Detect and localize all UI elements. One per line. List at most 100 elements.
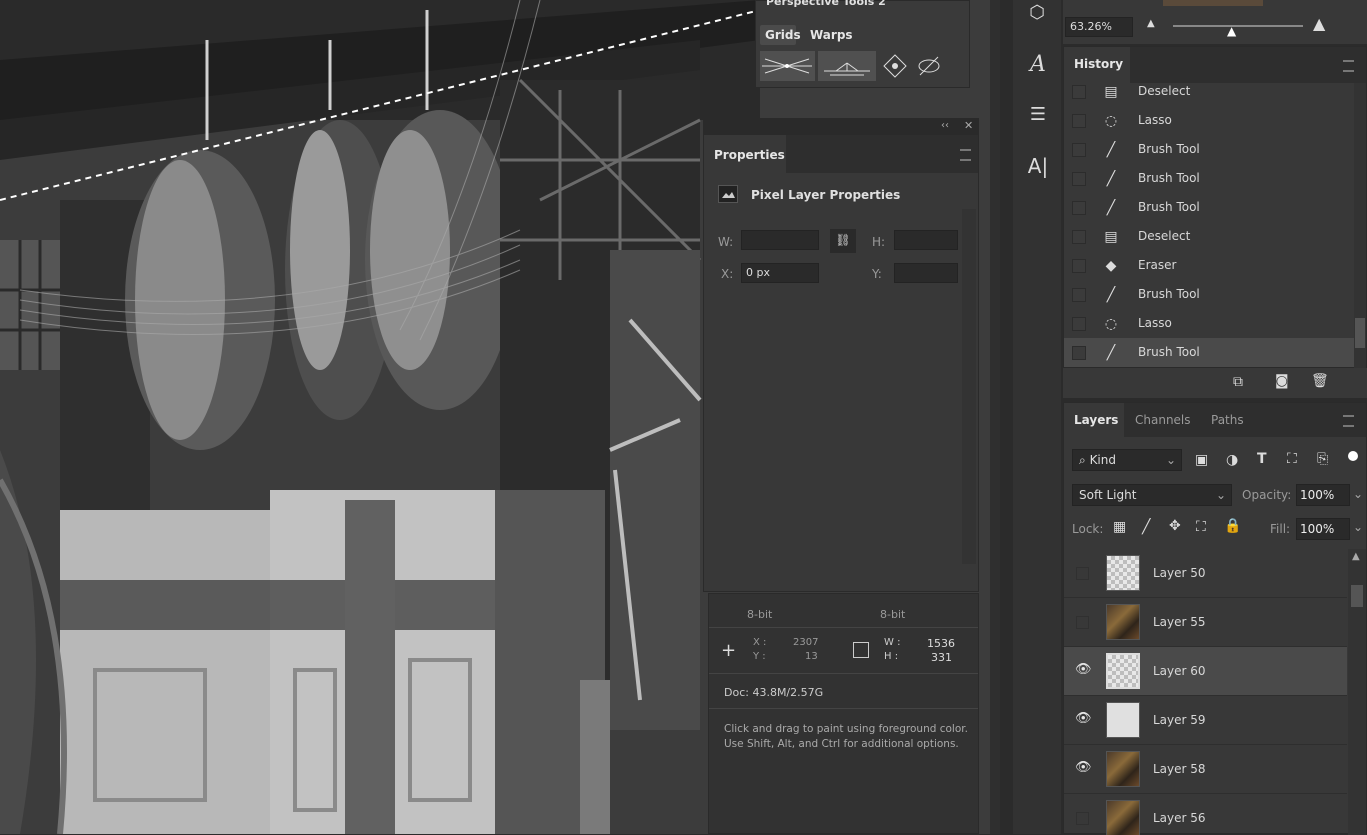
fill-value: 100% [1300, 522, 1335, 536]
height-field[interactable] [894, 230, 958, 250]
type-filter-icon[interactable]: T [1257, 451, 1267, 467]
perspective-tools-panel: Perspective Tools 2 Grids Warps [755, 0, 970, 88]
pixel-filter-icon[interactable]: ▣ [1195, 452, 1208, 468]
tab-channels[interactable]: Channels [1135, 413, 1191, 427]
zoom-out-icon[interactable]: ▲ [1147, 18, 1155, 29]
tab-warps[interactable]: Warps [806, 25, 856, 45]
scroll-thumb[interactable] [1351, 585, 1363, 607]
glyphs-icon[interactable]: A [1027, 52, 1049, 78]
visibility-toggle[interactable] [1076, 616, 1089, 629]
width-field[interactable] [741, 230, 819, 250]
history-item[interactable]: ◌ Lasso [1064, 309, 1354, 338]
adjustment-filter-icon[interactable]: ◑ [1226, 452, 1238, 468]
pixel-layer-icon [718, 185, 738, 203]
navigator-panel: 63.26% ▲ ▲ ▲ [1063, 0, 1367, 44]
tab-grids[interactable]: Grids [760, 25, 801, 45]
bit-depth-left: 8-bit [747, 608, 773, 621]
close-icon[interactable]: ✕ [964, 119, 973, 132]
tab-history-label: History [1074, 57, 1124, 71]
visibility-toggle[interactable] [1076, 567, 1089, 580]
history-item[interactable]: ╱ Brush Tool [1064, 280, 1354, 309]
tab-properties[interactable]: Properties [704, 135, 786, 173]
x-label: X: [721, 267, 734, 281]
layer-row[interactable]: Layer 50 [1064, 549, 1347, 598]
history-item[interactable]: ◌ Lasso [1064, 106, 1354, 135]
lock-position-icon[interactable]: ✥ [1169, 518, 1181, 534]
layer-name[interactable]: Layer 55 [1153, 615, 1206, 629]
zoom-slider[interactable] [1173, 25, 1303, 27]
tab-history[interactable]: History [1064, 47, 1130, 83]
new-document-from-state-icon[interactable]: ⧉ [1233, 374, 1243, 390]
scroll-up-icon[interactable]: ▲ [1352, 551, 1360, 562]
eye-icon[interactable]: 👁 [1075, 712, 1092, 726]
history-item[interactable]: ╱ Brush Tool [1064, 135, 1354, 164]
camera-icon[interactable]: ◙ [1275, 373, 1289, 389]
layer-row-selected[interactable]: 👁 Layer 60 [1064, 647, 1347, 696]
history-item[interactable]: ▤ Deselect [1064, 83, 1354, 106]
shape-filter-icon[interactable]: ⛶ [1287, 451, 1297, 467]
blend-mode-select[interactable]: Soft Light ⌄ [1072, 484, 1232, 506]
lock-all-icon[interactable]: 🔒 [1224, 518, 1241, 534]
history-item-selected[interactable]: ╱ Brush Tool [1064, 338, 1354, 367]
horizon-grid-button[interactable] [818, 51, 876, 81]
lasso-icon: ◌ [1104, 316, 1118, 332]
panel-menu-icon[interactable] [1343, 415, 1354, 427]
zoom-field[interactable]: 63.26% [1065, 17, 1133, 37]
layer-row[interactable]: 👁 Layer 58 [1064, 745, 1347, 794]
smart-object-filter-icon[interactable]: ⎘ [1317, 451, 1328, 467]
3d-cube-icon[interactable]: ⬡ [1027, 2, 1047, 24]
layer-row[interactable]: Layer 55 [1064, 598, 1347, 647]
fill-field[interactable]: 100% [1296, 518, 1350, 540]
tab-layers-label: Layers [1074, 413, 1119, 427]
scroll-thumb[interactable] [1355, 318, 1365, 348]
layer-name[interactable]: Layer 60 [1153, 664, 1206, 678]
radial-grid-button[interactable] [760, 51, 815, 81]
layer-thumbnail [1106, 555, 1140, 591]
visibility-toggle[interactable] [1076, 812, 1089, 825]
layer-row[interactable]: 👁 Layer 59 [1064, 696, 1347, 745]
history-item[interactable]: ▤ Deselect [1064, 222, 1354, 251]
tab-grids-label: Grids [765, 28, 801, 42]
history-item[interactable]: ╱ Brush Tool [1064, 193, 1354, 222]
eye-icon[interactable]: 👁 [1075, 761, 1092, 775]
panel-menu-icon[interactable] [960, 149, 971, 161]
filter-toggle[interactable] [1348, 451, 1358, 461]
perspective-tools-title: Perspective Tools 2 [766, 0, 886, 8]
layer-name[interactable]: Layer 58 [1153, 762, 1206, 776]
history-scrollbar[interactable] [1354, 83, 1366, 368]
character-icon[interactable]: A| [1027, 154, 1049, 180]
lock-image-pixels-icon[interactable]: ╱ [1142, 519, 1150, 535]
h-label: H: [872, 235, 886, 249]
eye-slash-icon [918, 56, 940, 76]
layers-scrollbar[interactable]: ▲ [1348, 549, 1366, 835]
tab-paths[interactable]: Paths [1211, 413, 1244, 427]
layer-row[interactable]: Layer 56 [1064, 794, 1347, 835]
history-item[interactable]: ◆ Eraser [1064, 251, 1354, 280]
y-position-field[interactable] [894, 263, 958, 283]
lock-transparent-pixels-icon[interactable]: ▦ [1113, 519, 1126, 535]
layer-name[interactable]: Layer 56 [1153, 811, 1206, 825]
layer-name[interactable]: Layer 50 [1153, 566, 1206, 580]
properties-scrollbar[interactable] [962, 209, 976, 564]
tab-layers[interactable]: Layers [1064, 403, 1124, 437]
adjustments-icon[interactable]: ☰ [1027, 104, 1049, 128]
chevron-down-icon[interactable]: ⌄ [1353, 520, 1363, 534]
history-item[interactable]: ╱ Brush Tool [1064, 164, 1354, 193]
trash-icon[interactable]: 🗑 [1311, 373, 1329, 389]
layer-name[interactable]: Layer 59 [1153, 713, 1206, 727]
point-grid-button[interactable] [880, 51, 910, 81]
opacity-field[interactable]: 100% [1296, 484, 1350, 506]
lock-artboard-icon[interactable]: ⛶ [1196, 519, 1206, 535]
link-icon[interactable]: ⛓ [830, 229, 856, 253]
zoom-slider-thumb[interactable]: ▲ [1227, 24, 1236, 38]
x-position-field[interactable]: 0 px [741, 263, 819, 283]
document-icon: ▤ [1104, 229, 1118, 245]
zoom-in-icon[interactable]: ▲ [1313, 14, 1325, 33]
layer-filter-select[interactable]: ⌕ Kind ⌄ [1072, 449, 1182, 471]
panel-menu-icon[interactable] [1343, 60, 1354, 72]
chevron-down-icon[interactable]: ⌄ [1353, 487, 1363, 501]
brush-icon: ╱ [1106, 142, 1116, 158]
collapse-icon[interactable]: ‹‹ [941, 120, 949, 131]
eye-icon[interactable]: 👁 [1075, 663, 1092, 677]
hide-grid-button[interactable] [914, 51, 944, 81]
